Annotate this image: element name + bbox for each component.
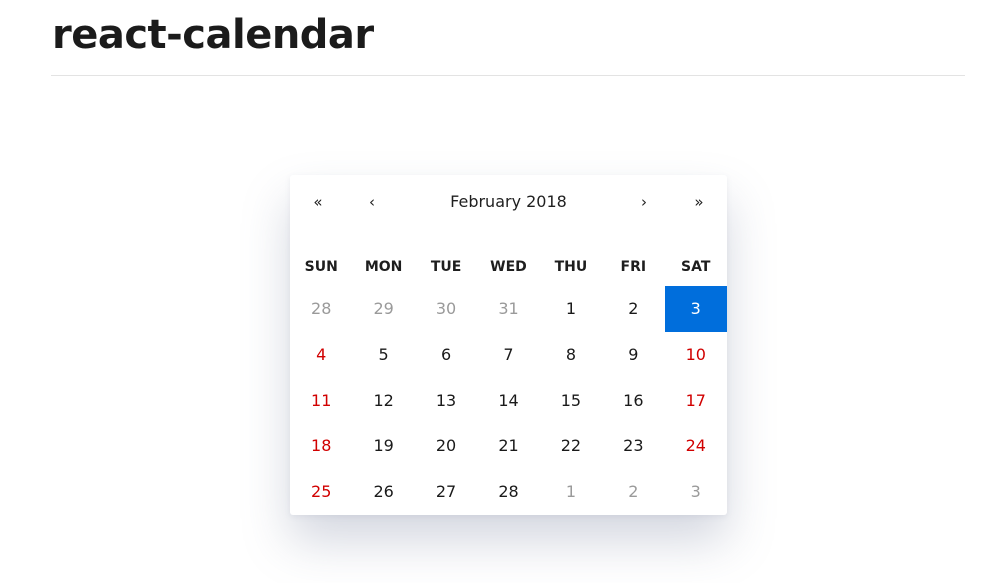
day-tile[interactable]: 28 bbox=[290, 286, 352, 332]
day-tile[interactable]: 15 bbox=[540, 377, 602, 423]
day-tile[interactable]: 9 bbox=[602, 332, 664, 378]
day-tile[interactable]: 28 bbox=[477, 469, 539, 515]
day-tile[interactable]: 22 bbox=[540, 423, 602, 469]
weekday-wed: WED bbox=[490, 259, 527, 275]
day-tile[interactable]: 23 bbox=[602, 423, 664, 469]
day-tile[interactable]: 14 bbox=[477, 377, 539, 423]
weekday-header: SUN MON TUE WED THU FRI SAT bbox=[290, 255, 727, 279]
day-tile[interactable]: 5 bbox=[352, 332, 414, 378]
title-divider bbox=[51, 75, 965, 76]
day-tile[interactable]: 26 bbox=[352, 469, 414, 515]
weekday-fri: FRI bbox=[620, 259, 647, 275]
page-title: react-calendar bbox=[52, 12, 374, 58]
next-year-button[interactable]: » bbox=[684, 187, 714, 217]
next-month-button[interactable]: › bbox=[629, 187, 659, 217]
day-tile[interactable]: 2 bbox=[602, 286, 664, 332]
weekday-mon: MON bbox=[364, 259, 403, 275]
weekday-tue: TUE bbox=[430, 259, 462, 275]
day-tile[interactable]: 20 bbox=[415, 423, 477, 469]
month-year-label[interactable]: February 2018 bbox=[400, 187, 617, 217]
day-tile[interactable]: 12 bbox=[352, 377, 414, 423]
day-tile[interactable]: 18 bbox=[290, 423, 352, 469]
day-tile[interactable]: 4 bbox=[290, 332, 352, 378]
day-tile[interactable]: 27 bbox=[415, 469, 477, 515]
days-grid: 28 29 30 31 1 2 3 4 5 6 7 8 9 10 11 12 13 14 15 16 17 18 19 20 2… bbox=[290, 286, 727, 514]
calendar-navigation: « ‹ February 2018 › » bbox=[290, 175, 727, 227]
day-tile[interactable]: 6 bbox=[415, 332, 477, 378]
weekday-sat: SAT bbox=[681, 259, 711, 275]
weekday-thu: THU bbox=[554, 259, 588, 275]
day-tile[interactable]: 19 bbox=[352, 423, 414, 469]
day-tile[interactable]: 10 bbox=[665, 332, 727, 378]
day-tile[interactable]: 16 bbox=[602, 377, 664, 423]
prev-year-button[interactable]: « bbox=[303, 187, 333, 217]
day-tile[interactable]: 21 bbox=[477, 423, 539, 469]
day-tile[interactable]: 1 bbox=[540, 469, 602, 515]
day-tile[interactable]: 31 bbox=[477, 286, 539, 332]
day-tile[interactable]: 17 bbox=[665, 377, 727, 423]
day-tile[interactable]: 2 bbox=[602, 469, 664, 515]
day-tile-selected[interactable]: 3 bbox=[664, 286, 727, 332]
day-tile[interactable]: 25 bbox=[290, 469, 352, 515]
day-tile[interactable]: 11 bbox=[290, 377, 352, 423]
calendar: « ‹ February 2018 › » SUN MON TUE WED TH… bbox=[290, 175, 727, 515]
day-tile[interactable]: 3 bbox=[665, 469, 727, 515]
day-tile[interactable]: 7 bbox=[477, 332, 539, 378]
prev-month-button[interactable]: ‹ bbox=[357, 187, 387, 217]
day-tile[interactable]: 8 bbox=[540, 332, 602, 378]
day-tile[interactable]: 29 bbox=[352, 286, 414, 332]
day-tile[interactable]: 24 bbox=[665, 423, 727, 469]
weekday-sun: SUN bbox=[304, 259, 338, 275]
day-tile[interactable]: 30 bbox=[415, 286, 477, 332]
day-tile[interactable]: 13 bbox=[415, 377, 477, 423]
day-tile[interactable]: 1 bbox=[540, 286, 602, 332]
